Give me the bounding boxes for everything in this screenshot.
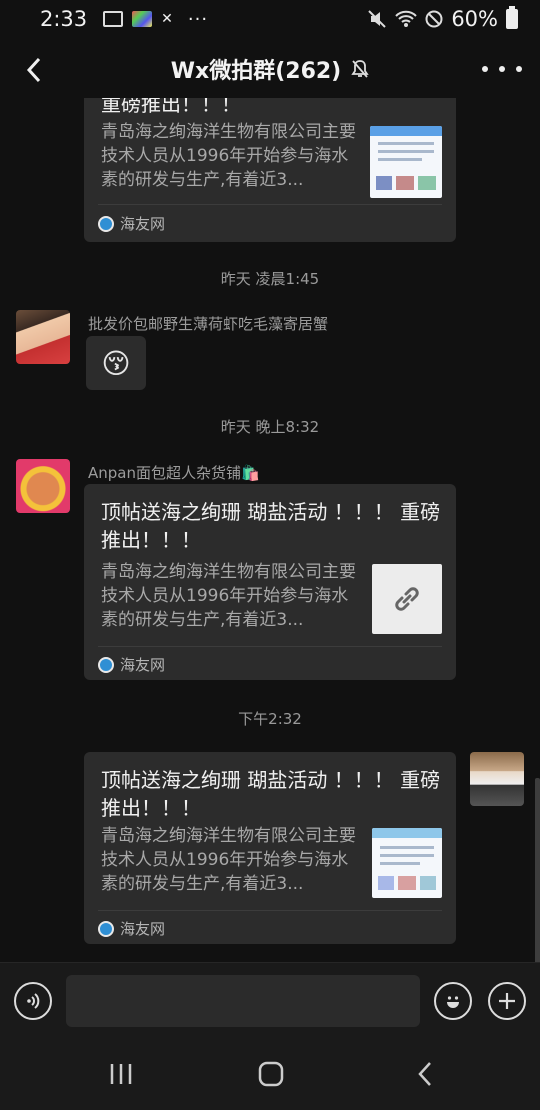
status-time: 2:33 [40,7,88,31]
card-description: 青岛海之绚海洋生物有限公司主要技术人员从1996年开始参与海水素的研发与生产,有… [101,826,356,894]
source-logo-icon [98,215,114,232]
status-bar: 2:33 ✕ ··· 60% [0,0,540,38]
emoji-button[interactable] [434,982,472,1020]
avatar[interactable] [16,459,70,513]
timestamp: 下午2:32 [238,710,302,728]
card-title: 顶帖送海之绚珊 瑚盐活动 ！！！ 重磅推出！！！ [101,768,441,820]
recent-apps-button[interactable] [106,1060,136,1088]
source-name: 海友网 [120,920,166,938]
gallery-icon [103,11,124,27]
timestamp: 昨天 凌晨1:45 [220,270,320,288]
link-card-message[interactable]: 顶帖送海之绚珊 瑚盐活动 ！！！ 重磅推出！！！ 青岛海之绚海洋生物有限公司主要… [84,752,456,944]
link-card-message[interactable]: 重磅推出！！！ 青岛海之绚海洋生物有限公司主要技术人员从1996年开始参与海水素… [84,98,456,242]
more-button[interactable] [482,54,522,84]
voice-button[interactable] [14,982,52,1020]
emoji-message[interactable]: 😚 [86,336,146,390]
card-source: 海友网 [98,213,165,234]
app-icon [132,11,153,27]
source-logo-icon [98,656,114,673]
card-divider [98,910,442,911]
card-divider [98,204,442,205]
mute-icon [368,10,387,28]
scrollbar[interactable] [535,778,540,962]
plus-button[interactable] [488,982,526,1020]
card-source: 海友网 [98,654,165,675]
battery-icon [506,6,518,29]
input-bar [0,962,540,1038]
card-title: 顶帖送海之绚珊 瑚盐活动 ！！！ 重磅推出！！！ [101,500,441,552]
avatar[interactable] [16,310,70,364]
own-avatar[interactable] [470,752,524,806]
back-arrow-icon [26,57,41,83]
card-thumbnail [372,564,442,634]
voice-icon [27,993,40,1009]
back-button[interactable] [14,50,54,90]
source-name: 海友网 [120,656,166,674]
card-divider [98,646,442,647]
card-thumbnail [370,126,442,198]
home-button[interactable] [256,1060,286,1088]
wifi-icon [395,10,418,27]
nav-back-button[interactable] [410,1060,440,1088]
mute-bell-icon [351,60,369,78]
chat-header: Wx微拍群(262) [0,40,540,98]
emoji-icon [447,996,459,1008]
more-dot [516,66,522,72]
sender-name: Anpan面包超人杂货铺🛍️ [88,464,260,482]
link-card-message[interactable]: 顶帖送海之绚珊 瑚盐活动 ！！！ 重磅推出！！！ 青岛海之绚海洋生物有限公司主要… [84,484,456,680]
card-thumbnail [372,828,442,898]
card-source: 海友网 [98,918,165,939]
notification-icons: ✕ ··· [103,9,208,30]
do-not-disturb-icon [425,10,443,28]
timestamp: 昨天 晚上8:32 [220,418,320,436]
system-status: 60% [367,6,518,31]
message-list[interactable]: 重磅推出！！！ 青岛海之绚海洋生物有限公司主要技术人员从1996年开始参与海水素… [0,98,540,962]
message-input[interactable] [66,975,420,1027]
system-nav-bar [0,1038,540,1110]
chat-title: Wx微拍群(262) [170,59,342,84]
card-description: 青岛海之绚海洋生物有限公司主要技术人员从1996年开始参与海水素的研发与生产,有… [101,562,356,630]
sender-name: 批发价包邮野生薄荷虾吃毛藻寄居蟹 [88,315,329,333]
home-icon [258,1061,284,1087]
card-description: 青岛海之绚海洋生物有限公司主要技术人员从1996年开始参与海水素的研发与生产,有… [101,122,356,190]
nav-back-icon [418,1062,431,1086]
plus-icon [499,993,515,1009]
recent-apps-icon [110,1064,132,1084]
more-dot [482,66,488,72]
more-notifications-icon: ··· [187,8,209,30]
link-icon [395,587,419,611]
kissing-face-icon: 😚 [101,346,131,380]
more-dot [499,66,505,72]
title-area[interactable]: Wx微拍群(262) [171,53,370,85]
card-title: 重磅推出！！！ [101,98,241,116]
voicemail-icon: ✕ [161,11,173,27]
source-name: 海友网 [120,215,166,233]
battery-percent: 60% [451,7,498,31]
source-logo-icon [98,920,114,937]
